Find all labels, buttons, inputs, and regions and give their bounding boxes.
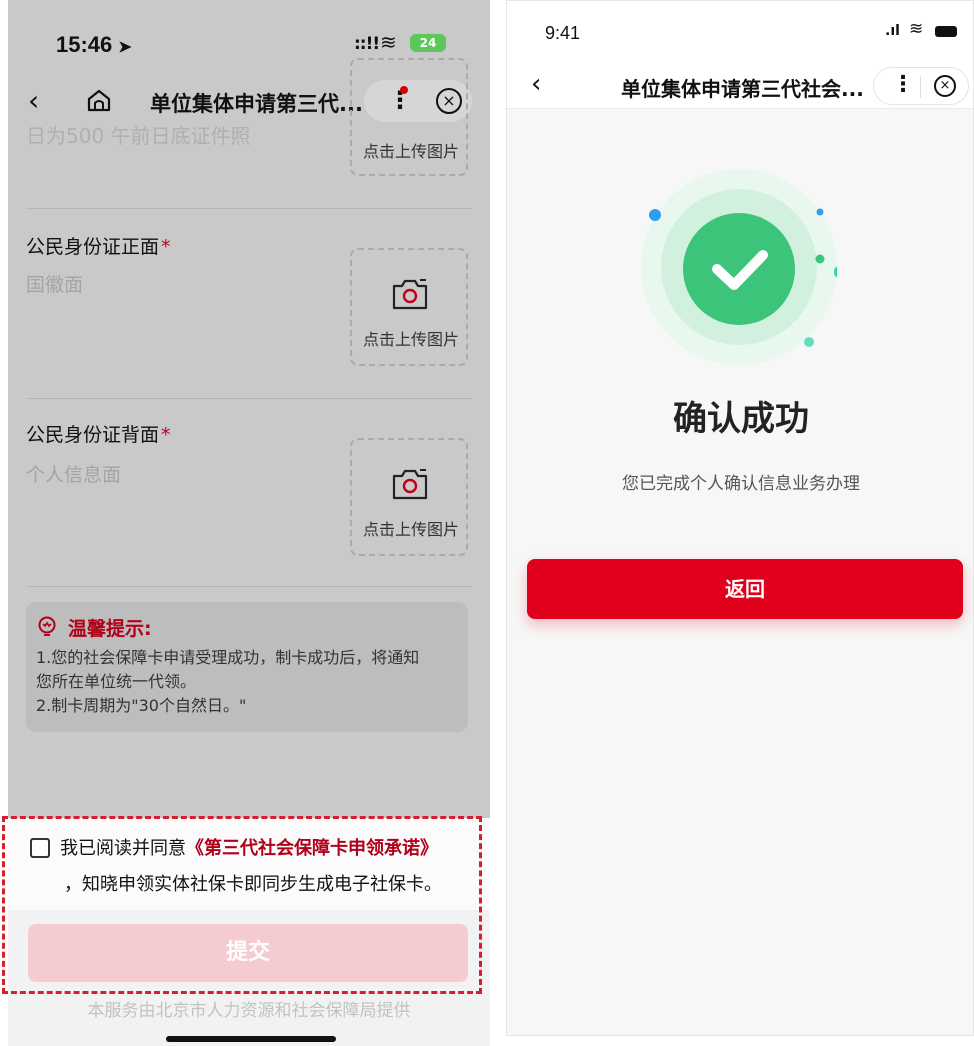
mini-program-capsule: ⋮ × xyxy=(873,67,969,105)
back-button[interactable]: ‹ xyxy=(28,84,39,117)
tips-line: 2.制卡周期为"30个自然日。" xyxy=(36,696,247,715)
id-back-upload-box[interactable]: 点击上传图片 xyxy=(350,438,468,556)
upload-label: 点击上传图片 xyxy=(362,520,459,539)
photo-upload-box[interactable]: 点击上传图片 xyxy=(350,58,468,176)
home-indicator xyxy=(166,1036,336,1042)
tips-line: 您所在单位统一代领。 xyxy=(36,672,197,691)
battery-icon xyxy=(935,26,957,37)
screenshot-stage: 15:46 ➤ ::!! ≋ 24 ‹ 单位集体申请第三代... ⋮ × 日为50… xyxy=(0,0,974,1046)
return-button[interactable]: 返回 xyxy=(527,559,963,619)
form-content: 日为500 午前日底证件照 点击上传图片 公民身份证正面 * 国徽面 点击上传图片… xyxy=(8,58,490,768)
tips-box: 温馨提示: 1.您的社会保障卡申请受理成功，制卡成功后，将通知 您所在单位统一代… xyxy=(26,602,468,732)
tips-title: 温馨提示: xyxy=(68,618,152,640)
field-hint-id-front: 国徽面 xyxy=(26,274,84,296)
home-icon[interactable] xyxy=(86,88,112,112)
close-button[interactable]: × xyxy=(934,75,956,97)
lightbulb-icon xyxy=(38,616,56,636)
wifi-icon: ≋ xyxy=(380,30,397,54)
page-title: 单位集体申请第三代社会... xyxy=(621,77,864,101)
status-time: 9:41 xyxy=(545,23,581,43)
success-heading: 确认成功 xyxy=(673,399,809,439)
success-check-icon xyxy=(641,169,837,365)
camera-icon xyxy=(392,469,428,500)
id-front-upload-box[interactable]: 点击上传图片 xyxy=(350,248,468,366)
field-hint-id-back: 个人信息面 xyxy=(26,464,122,486)
status-time: 15:46 ➤ xyxy=(56,32,132,57)
right-phone-screen: 9:41 .ıl ≋ ‹ 单位集体申请第三代社会... ⋮ × 确认成功 您已完… xyxy=(506,0,974,1036)
divider xyxy=(26,208,472,209)
camera-icon xyxy=(392,279,428,310)
more-menu-button[interactable]: ⋮ xyxy=(892,72,914,97)
field-label-id-front: 公民身份证正面 * xyxy=(26,236,171,258)
signal-icon: .ıl xyxy=(885,23,900,39)
divider xyxy=(26,398,472,399)
page-title: 单位集体申请第三代... xyxy=(150,92,363,116)
cut-off-text: 日为500 午前日底证件照 xyxy=(26,124,251,148)
battery-icon: 24 xyxy=(410,34,446,52)
divider xyxy=(26,586,472,587)
top-bar: 9:41 .ıl ≋ ‹ 单位集体申请第三代社会... ⋮ × xyxy=(507,1,973,109)
location-arrow-icon: ➤ xyxy=(118,39,132,56)
tips-line: 1.您的社会保障卡申请受理成功，制卡成功后，将通知 xyxy=(36,648,420,667)
capsule-divider xyxy=(920,76,921,98)
wifi-icon: ≋ xyxy=(909,19,924,39)
footer-text: 本服务由北京市人力资源和社会保障局提供 xyxy=(87,1001,411,1021)
signal-icon: ::!! xyxy=(354,34,380,54)
upload-label: 点击上传图片 xyxy=(362,330,459,349)
upload-label: 点击上传图片 xyxy=(362,142,459,161)
success-subtext: 您已完成个人确认信息业务办理 xyxy=(622,474,860,494)
back-button[interactable]: ‹ xyxy=(531,69,541,99)
highlight-outline xyxy=(2,816,482,994)
field-label-id-back: 公民身份证背面 * xyxy=(26,424,171,446)
